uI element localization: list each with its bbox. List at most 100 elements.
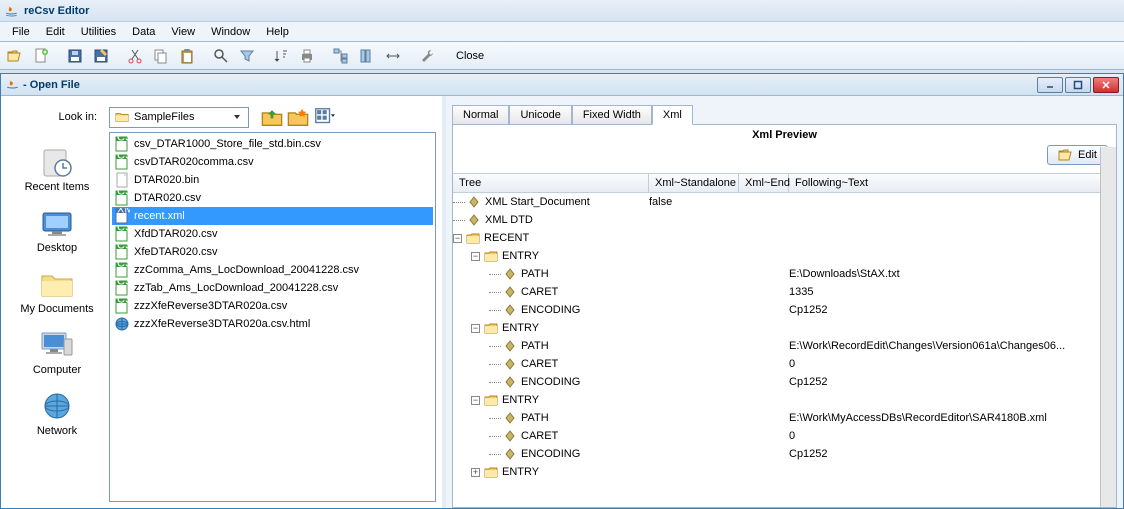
up-folder-button[interactable]: [261, 106, 283, 128]
copy-icon[interactable]: [150, 45, 172, 67]
tree-row[interactable]: −ENTRY: [453, 319, 1116, 337]
col-end[interactable]: Xml~End: [739, 174, 789, 192]
menu-help[interactable]: Help: [258, 24, 297, 40]
tree-row[interactable]: CARET0: [453, 427, 1116, 445]
place-computer[interactable]: Computer: [7, 329, 107, 376]
tree-row[interactable]: PATHE:\Work\MyAccessDBs\RecordEditor\SAR…: [453, 409, 1116, 427]
cut-icon[interactable]: [124, 45, 146, 67]
file-item[interactable]: CSVcsv_DTAR1000_Store_file_std.bin.csv: [112, 135, 433, 153]
preview-frame: Xml Preview Edit Tree Xml~Standalone Xml…: [452, 124, 1117, 508]
tree-table-header: Tree Xml~Standalone Xml~End Following~Te…: [453, 174, 1116, 193]
document-new-icon[interactable]: [30, 45, 52, 67]
tab-unicode[interactable]: Unicode: [509, 105, 571, 124]
file-item[interactable]: DTAR020.bin: [112, 171, 433, 189]
node-icon: [503, 375, 517, 389]
maximize-button[interactable]: [1065, 77, 1091, 93]
open-file-titlebar[interactable]: - Open File: [1, 74, 1123, 96]
tree-row[interactable]: +ENTRY: [453, 463, 1116, 481]
tree-row[interactable]: PATHE:\Downloads\StAX.txt: [453, 265, 1116, 283]
place-my-documents[interactable]: My Documents: [7, 268, 107, 315]
minimize-button[interactable]: [1037, 77, 1063, 93]
close-button[interactable]: [1093, 77, 1119, 93]
preview-title: Xml Preview: [453, 125, 1116, 145]
svg-text:CSV: CSV: [117, 154, 130, 162]
autofit-icon[interactable]: [382, 45, 404, 67]
wrench-icon[interactable]: [416, 45, 438, 67]
menu-window[interactable]: Window: [203, 24, 258, 40]
menu-file[interactable]: File: [4, 24, 38, 40]
toolbar-close-button[interactable]: Close: [450, 50, 490, 62]
filter-icon[interactable]: [236, 45, 258, 67]
tab-fixed-width[interactable]: Fixed Width: [572, 105, 652, 124]
menu-view[interactable]: View: [163, 24, 203, 40]
menu-edit[interactable]: Edit: [38, 24, 73, 40]
tree-icon[interactable]: [330, 45, 352, 67]
save-as-icon[interactable]: [90, 45, 112, 67]
file-item[interactable]: XMLrecent.xml: [112, 207, 433, 225]
col-standalone[interactable]: Xml~Standalone: [649, 174, 739, 192]
tree-row[interactable]: ENCODINGCp1252: [453, 301, 1116, 319]
menu-data[interactable]: Data: [124, 24, 163, 40]
node-icon: [503, 303, 517, 317]
file-list[interactable]: CSVcsv_DTAR1000_Store_file_std.bin.csvCS…: [109, 132, 436, 502]
java-icon: [5, 78, 19, 92]
tree-row[interactable]: −ENTRY: [453, 391, 1116, 409]
svg-text:XML: XML: [117, 208, 130, 216]
place-desktop[interactable]: Desktop: [7, 207, 107, 254]
file-item[interactable]: CSVXfeDTAR020.csv: [112, 243, 433, 261]
folder-icon: [484, 393, 498, 407]
menu-utilities[interactable]: Utilities: [73, 24, 124, 40]
file-chooser-panel: Look in: SampleFiles Recent ItemsDesktop…: [1, 96, 446, 508]
tree-row[interactable]: XML Start_Documentfalse: [453, 193, 1116, 211]
col-tree[interactable]: Tree: [453, 174, 649, 192]
lookin-value: SampleFiles: [134, 111, 195, 123]
new-folder-button[interactable]: [287, 106, 309, 128]
file-item[interactable]: CSVzzzXfeReverse3DTAR020a.csv: [112, 297, 433, 315]
tree-row[interactable]: CARET0: [453, 355, 1116, 373]
window-controls: [1035, 77, 1119, 93]
folder-icon: [484, 321, 498, 335]
folder-icon: [484, 465, 498, 479]
expander-icon[interactable]: −: [453, 234, 462, 243]
column-icon[interactable]: [356, 45, 378, 67]
place-recent-items[interactable]: Recent Items: [7, 146, 107, 193]
expander-icon[interactable]: +: [471, 468, 480, 477]
print-icon[interactable]: [296, 45, 318, 67]
node-icon: [503, 429, 517, 443]
file-item[interactable]: zzzXfeReverse3DTAR020a.csv.html: [112, 315, 433, 333]
paste-icon[interactable]: [176, 45, 198, 67]
folder-open-icon[interactable]: [4, 45, 26, 67]
col-following-text[interactable]: Following~Text: [789, 174, 1116, 192]
file-item[interactable]: CSVzzTab_Ams_LocDownload_20041228.csv: [112, 279, 433, 297]
java-icon: [4, 4, 18, 18]
expander-icon[interactable]: −: [471, 324, 480, 333]
node-icon: [503, 285, 517, 299]
tree-row[interactable]: CARET1335: [453, 283, 1116, 301]
save-icon[interactable]: [64, 45, 86, 67]
file-item[interactable]: CSVzzComma_Ams_LocDownload_20041228.csv: [112, 261, 433, 279]
xml-tree-table[interactable]: Tree Xml~Standalone Xml~End Following~Te…: [453, 173, 1116, 507]
tab-xml[interactable]: Xml: [652, 105, 693, 125]
places-bar: Recent Items Desktop My Documents Computer N…: [7, 132, 107, 502]
place-network[interactable]: Network: [7, 390, 107, 437]
tab-normal[interactable]: Normal: [452, 105, 509, 124]
lookin-combobox[interactable]: SampleFiles: [109, 107, 249, 128]
svg-text:CSV: CSV: [117, 136, 130, 144]
sort-icon[interactable]: [270, 45, 292, 67]
tree-row[interactable]: −ENTRY: [453, 247, 1116, 265]
tree-row[interactable]: ENCODINGCp1252: [453, 373, 1116, 391]
tree-row[interactable]: PATHE:\Work\RecordEdit\Changes\Version06…: [453, 337, 1116, 355]
view-menu-button[interactable]: [313, 106, 335, 128]
find-icon[interactable]: [210, 45, 232, 67]
svg-text:CSV: CSV: [117, 262, 130, 270]
edit-button[interactable]: Edit: [1047, 145, 1108, 165]
file-item[interactable]: CSVcsvDTAR020comma.csv: [112, 153, 433, 171]
expander-icon[interactable]: −: [471, 396, 480, 405]
file-item[interactable]: CSVXfdDTAR020.csv: [112, 225, 433, 243]
expander-icon[interactable]: −: [471, 252, 480, 261]
tree-row[interactable]: XML DTD: [453, 211, 1116, 229]
tree-row[interactable]: ENCODINGCp1252: [453, 445, 1116, 463]
vertical-scrollbar[interactable]: [1100, 147, 1116, 507]
file-item[interactable]: CSVDTAR020.csv: [112, 189, 433, 207]
tree-row[interactable]: −RECENT: [453, 229, 1116, 247]
